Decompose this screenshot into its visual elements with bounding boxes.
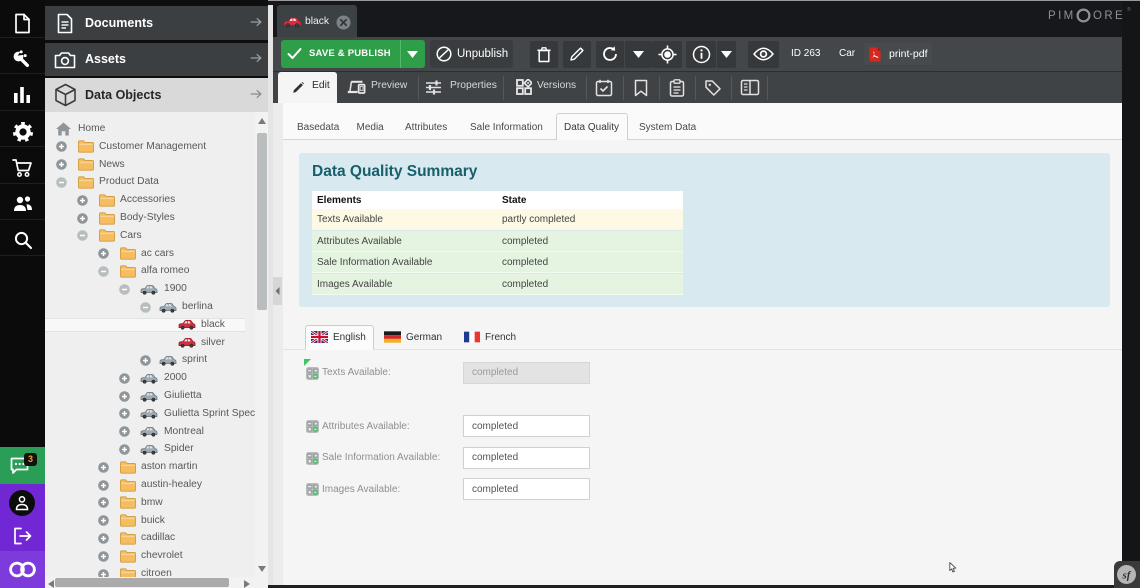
svg-text:sf: sf bbox=[1122, 570, 1132, 582]
